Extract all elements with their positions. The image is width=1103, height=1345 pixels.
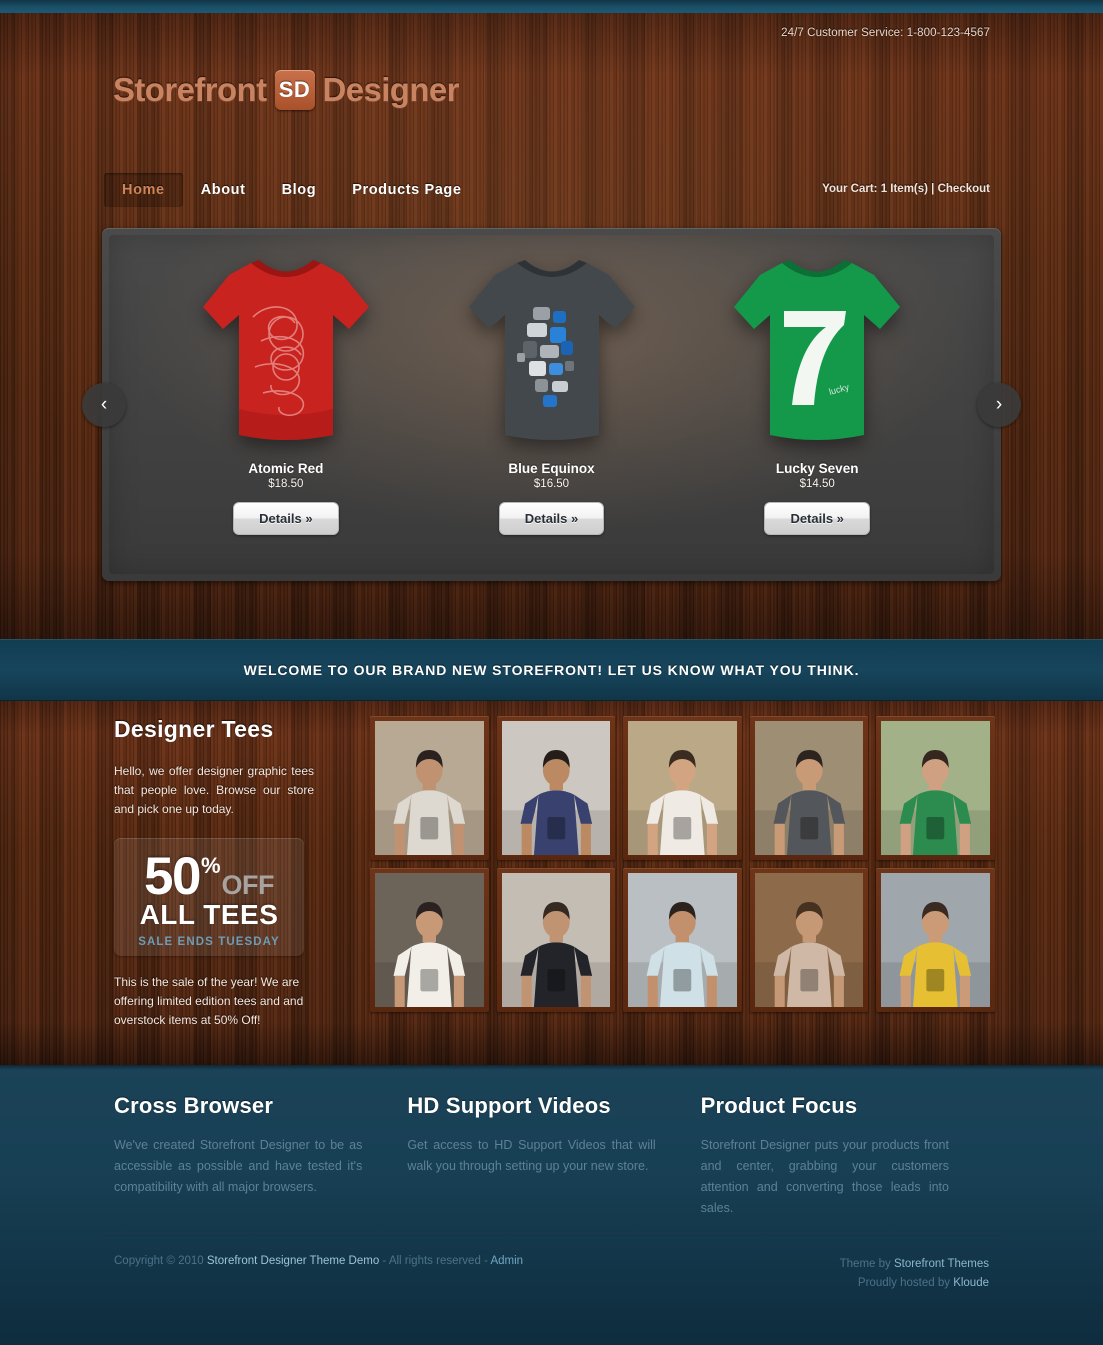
carousel-prev-arrow-icon[interactable]: ‹ bbox=[82, 382, 126, 427]
copyright-middle: - All rights reserved - bbox=[379, 1255, 491, 1267]
feature-hd-support-videos: HD Support Videos Get access to HD Suppo… bbox=[407, 1093, 700, 1219]
product-price: $16.50 bbox=[533, 478, 570, 490]
logo-badge-icon: SD bbox=[274, 70, 315, 110]
feature-body: Get access to HD Support Videos that wil… bbox=[407, 1138, 656, 1173]
tshirt-blue-equinox-image[interactable] bbox=[457, 249, 647, 452]
feature-columns: Cross Browser We've created Storefront D… bbox=[114, 1093, 994, 1219]
gallery-photo-image bbox=[754, 721, 864, 855]
admin-link[interactable]: Admin bbox=[490, 1255, 523, 1267]
copyright-brand: Storefront Designer Theme Demo bbox=[206, 1255, 380, 1267]
product-carousel: Atomic Red $18.50 Details » Blue Equinox… bbox=[82, 228, 1021, 581]
customer-service-bar: 24/7 Customer Service: 1-800-123-4567 bbox=[0, 13, 1103, 45]
logo-text-left: Storefront bbox=[113, 71, 267, 108]
feature-body: Storefront Designer puts your products f… bbox=[700, 1138, 949, 1215]
host-credit-link[interactable]: Kloude bbox=[953, 1277, 989, 1289]
gallery-photo-image bbox=[628, 721, 737, 855]
gallery-photo-image bbox=[375, 873, 484, 1007]
gallery-photo-1[interactable] bbox=[370, 716, 489, 860]
customer-service-text: 24/7 Customer Service: 1-800-123-4567 bbox=[781, 27, 990, 39]
sale-headline: 50 % OFF bbox=[143, 847, 275, 906]
feature-body: We've created Storefront Designer to be … bbox=[114, 1138, 363, 1194]
host-credit-prefix: Proudly hosted by bbox=[857, 1277, 954, 1289]
feature-product-focus: Product Focus Storefront Designer puts y… bbox=[701, 1093, 994, 1219]
product-details-button[interactable]: Details » bbox=[498, 502, 605, 535]
top-accent-strip bbox=[0, 0, 1103, 13]
gallery-photo-image bbox=[375, 721, 484, 855]
sale-promo-badge[interactable]: 50 % OFF ALL TEES SALE ENDS TUESDAY bbox=[114, 838, 304, 956]
gallery-photo-9[interactable] bbox=[749, 868, 869, 1012]
copyright-prefix: Copyright © 2010 bbox=[114, 1255, 207, 1267]
gallery-photo-2[interactable] bbox=[496, 716, 616, 860]
gallery-photo-6[interactable] bbox=[370, 868, 489, 1012]
footer-credits: Theme by Storefront Themes Proudly hoste… bbox=[840, 1255, 989, 1293]
gallery-photo-8[interactable] bbox=[623, 868, 742, 1012]
gallery-photo-7[interactable] bbox=[496, 868, 616, 1012]
nav-items: Home About Blog Products Page bbox=[104, 172, 480, 208]
product-price: $18.50 bbox=[268, 478, 304, 490]
product-slide: lucky Lucky Seven $14.50 Details » bbox=[684, 249, 950, 574]
nav-item-products-page[interactable]: Products Page bbox=[334, 173, 479, 207]
photo-gallery-grid bbox=[370, 716, 995, 1012]
nav-item-blog[interactable]: Blog bbox=[264, 173, 335, 207]
feature-title: Cross Browser bbox=[114, 1093, 274, 1118]
tshirt-atomic-red-image[interactable] bbox=[191, 249, 381, 452]
product-details-button[interactable]: Details » bbox=[233, 502, 339, 535]
footer-bar: Copyright © 2010 Storefront Designer The… bbox=[114, 1255, 989, 1293]
product-name: Lucky Seven bbox=[775, 461, 859, 476]
welcome-banner: WELCOME TO OUR BRAND NEW STOREFRONT! LET… bbox=[0, 639, 1103, 701]
welcome-banner-text: WELCOME TO OUR BRAND NEW STOREFRONT! LET… bbox=[243, 662, 860, 678]
designer-tees-column: Designer Tees Hello, we offer designer g… bbox=[114, 716, 314, 1030]
gallery-photo-image bbox=[501, 873, 611, 1007]
product-name: Atomic Red bbox=[248, 461, 324, 476]
sale-all-tees-label: ALL TEES bbox=[139, 899, 279, 930]
designer-tees-heading: Designer Tees bbox=[114, 716, 274, 742]
tshirt-lucky-seven-image[interactable]: lucky bbox=[722, 249, 912, 452]
carousel-slides: Atomic Red $18.50 Details » Blue Equinox… bbox=[109, 235, 994, 574]
product-price: $14.50 bbox=[799, 478, 835, 490]
gallery-photo-3[interactable] bbox=[623, 716, 742, 860]
gallery-photo-image bbox=[881, 721, 990, 855]
nav-item-about[interactable]: About bbox=[183, 173, 264, 207]
sale-percent-number: 50 bbox=[143, 847, 201, 906]
site-logo[interactable]: Storefront SD Designer bbox=[113, 70, 460, 110]
footer-section: Cross Browser We've created Storefront D… bbox=[0, 1065, 1103, 1345]
product-details-button[interactable]: Details » bbox=[764, 502, 870, 535]
gallery-photo-image bbox=[881, 873, 990, 1007]
nav-item-home[interactable]: Home bbox=[104, 173, 183, 207]
designer-tees-intro: Hello, we offer designer graphic tees th… bbox=[114, 764, 314, 816]
gallery-photo-image bbox=[628, 873, 737, 1007]
footer-divider bbox=[101, 1235, 1001, 1236]
feature-cross-browser: Cross Browser We've created Storefront D… bbox=[114, 1093, 407, 1219]
theme-credit-prefix: Theme by bbox=[839, 1258, 894, 1270]
sale-percent-symbol: % bbox=[200, 853, 221, 878]
feature-title: Product Focus bbox=[700, 1093, 858, 1118]
carousel-next-arrow-icon[interactable]: › bbox=[977, 382, 1021, 427]
carousel-stage: Atomic Red $18.50 Details » Blue Equinox… bbox=[109, 235, 994, 574]
logo-text-right: Designer bbox=[322, 71, 460, 108]
theme-credit: Theme by Storefront Themes bbox=[840, 1255, 989, 1274]
host-credit: Proudly hosted by Kloude bbox=[840, 1274, 989, 1293]
cart-and-checkout-link[interactable]: Your Cart: 1 Item(s) | Checkout bbox=[822, 183, 990, 195]
product-slide: Blue Equinox $16.50 Details » bbox=[419, 249, 685, 574]
product-slide: Atomic Red $18.50 Details » bbox=[153, 249, 419, 574]
gallery-photo-5[interactable] bbox=[876, 716, 995, 860]
copyright-text: Copyright © 2010 Storefront Designer The… bbox=[114, 1255, 523, 1293]
feature-title: HD Support Videos bbox=[407, 1093, 611, 1118]
theme-credit-link[interactable]: Storefront Themes bbox=[894, 1258, 989, 1270]
gallery-photo-image bbox=[501, 721, 611, 855]
sale-ends-label: SALE ENDS TUESDAY bbox=[138, 936, 280, 948]
gallery-photo-image bbox=[754, 873, 864, 1007]
gallery-photo-10[interactable] bbox=[876, 868, 995, 1012]
designer-tees-section: Designer Tees Hello, we offer designer g… bbox=[0, 701, 1103, 1065]
sale-off-label: OFF bbox=[221, 870, 275, 900]
gallery-photo-4[interactable] bbox=[749, 716, 869, 860]
product-name: Blue Equinox bbox=[508, 461, 595, 476]
main-navigation: Home About Blog Products Page Your Cart:… bbox=[0, 172, 1103, 208]
designer-tees-sale-text: This is the sale of the year! We are off… bbox=[114, 975, 304, 1027]
